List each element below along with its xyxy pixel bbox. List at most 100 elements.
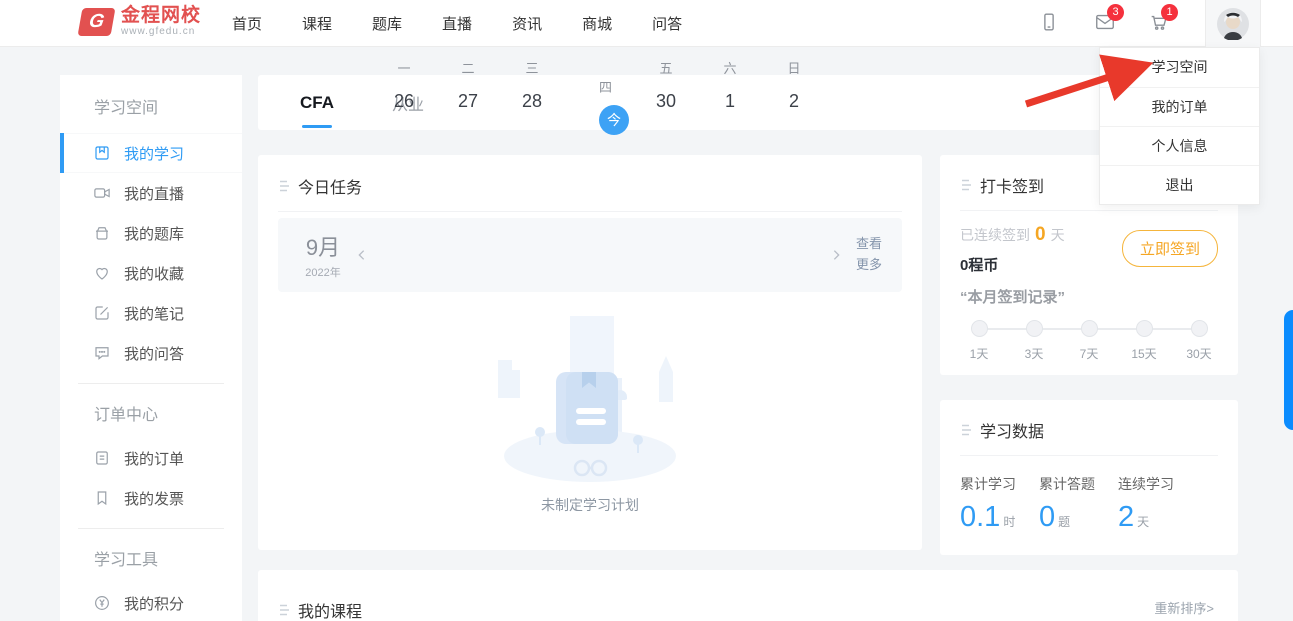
streak-value: 0	[1035, 224, 1046, 245]
empty-state-illustration	[470, 316, 710, 484]
menu-item-profile[interactable]: 个人信息	[1100, 126, 1259, 165]
sidebar-item-my-invoices[interactable]: 我的发票	[60, 478, 242, 518]
messages-icon[interactable]: 3	[1094, 11, 1120, 37]
question-bank-icon	[93, 224, 111, 242]
sidebar-item-label: 我的笔记	[124, 303, 184, 324]
menu-item-learning-space[interactable]: 学习空间	[1100, 48, 1259, 87]
signin-milestones: 1天 3天 7天 15天 30天	[960, 320, 1218, 362]
sidebar-divider	[78, 528, 224, 529]
nav-home[interactable]: 首页	[232, 13, 262, 34]
menu-item-my-orders[interactable]: 我的订单	[1100, 87, 1259, 126]
points-icon	[93, 594, 111, 612]
streak-summary: 已连续签到 0天	[960, 224, 1065, 246]
stat-unit: 题	[1058, 515, 1070, 529]
sidebar-item-my-points[interactable]: 我的积分	[60, 583, 242, 621]
streak-label: 已连续签到	[960, 227, 1030, 243]
cart-icon[interactable]: 1	[1148, 11, 1174, 37]
coin-balance: 0程币	[960, 254, 1065, 275]
divider	[960, 210, 1218, 211]
nav-live[interactable]: 直播	[442, 13, 472, 34]
menu-item-logout[interactable]: 退出	[1100, 165, 1259, 204]
sidebar-item-my-question-bank[interactable]: 我的题库	[60, 213, 242, 253]
mobile-app-icon[interactable]	[1038, 11, 1064, 37]
milestone-dot	[971, 320, 988, 337]
sidebar-header-study-tools: 学习工具	[60, 539, 242, 583]
list-marker-icon	[960, 423, 972, 437]
view-more-link[interactable]: 查看更多	[856, 234, 886, 276]
sidebar-divider	[78, 383, 224, 384]
nav-courses[interactable]: 课程	[302, 13, 332, 34]
empty-state-text: 未制定学习计划	[278, 495, 902, 515]
milestone: 3天	[1017, 320, 1051, 362]
orders-icon	[93, 449, 111, 467]
my-courses-title: 我的课程	[298, 598, 362, 621]
sidebar-item-my-notes[interactable]: 我的笔记	[60, 293, 242, 333]
stat-value: 2	[1118, 501, 1134, 533]
tab-cfa[interactable]: CFA	[300, 75, 334, 130]
invoice-icon	[93, 489, 111, 507]
nav-mall[interactable]: 商城	[582, 13, 612, 34]
divider	[960, 455, 1218, 456]
milestone: 1天	[962, 320, 996, 362]
sidebar-item-label: 我的积分	[124, 593, 184, 614]
stat-unit: 天	[1137, 515, 1149, 529]
sidebar-item-label: 我的发票	[124, 488, 184, 509]
milestone-dot	[1136, 320, 1153, 337]
study-stats-title: 学习数据	[980, 418, 1044, 442]
nav-qa[interactable]: 问答	[652, 13, 682, 34]
favorites-icon	[93, 264, 111, 282]
brand-logo[interactable]: G 金程网校 www.gfedu.cn	[80, 6, 201, 37]
book-icon	[93, 144, 111, 162]
calendar-strip: 9月 2022年 一26 二27 三28 四今 五30 六1 日2 查看更多	[278, 218, 902, 292]
reorder-link[interactable]: 重新排序>	[1154, 598, 1214, 617]
calendar-prev-icon[interactable]	[352, 247, 372, 263]
sidebar-item-my-favorites[interactable]: 我的收藏	[60, 253, 242, 293]
avatar-image	[1217, 8, 1249, 40]
sidebar-item-label: 我的问答	[124, 343, 184, 364]
sidebar-item-my-orders[interactable]: 我的订单	[60, 438, 242, 478]
study-stats-card: 学习数据 累计学习 0.1时 累计答题 0题 连续学习 2天	[940, 400, 1238, 555]
sidebar-item-label: 我的题库	[124, 223, 184, 244]
stat-value: 0.1	[960, 501, 1000, 533]
list-marker-icon	[960, 178, 972, 192]
signin-button[interactable]: 立即签到	[1122, 230, 1218, 267]
list-marker-icon	[278, 603, 290, 617]
stat-streak-days: 连续学习 2天	[1118, 474, 1197, 534]
sidebar-item-my-learning[interactable]: 我的学习	[60, 133, 242, 173]
sidebar-item-label: 我的收藏	[124, 263, 184, 284]
stat-total-questions: 累计答题 0题	[1039, 474, 1118, 534]
nav-news[interactable]: 资讯	[512, 13, 542, 34]
messages-badge: 3	[1107, 4, 1124, 21]
calendar-day[interactable]: 日2	[777, 58, 811, 453]
floating-side-tab[interactable]	[1284, 310, 1293, 430]
calendar-next-icon[interactable]	[826, 247, 846, 263]
monthly-record-title: “本月签到记录”	[960, 286, 1218, 307]
my-courses-card: 我的课程 重新排序>	[258, 570, 1238, 621]
avatar[interactable]	[1205, 0, 1261, 47]
cart-badge: 1	[1161, 4, 1178, 21]
calendar-month: 9月 2022年	[294, 230, 352, 280]
milestone: 30天	[1182, 320, 1216, 362]
sidebar: 学习空间 我的学习 我的直播 我的题库 我的收藏 我的笔记 我的问答 订单中心	[60, 75, 242, 621]
page: G 金程网校 www.gfedu.cn 首页 课程 题库 直播 资讯 商城 问答…	[0, 0, 1293, 621]
nav-question-bank[interactable]: 题库	[372, 13, 402, 34]
calendar-day[interactable]: 一26	[387, 58, 421, 453]
stat-value: 0	[1039, 501, 1055, 533]
stat-unit: 时	[1003, 515, 1015, 529]
sidebar-item-label: 我的学习	[124, 143, 184, 164]
sidebar-item-my-live[interactable]: 我的直播	[60, 173, 242, 213]
today-tasks-title: 今日任务	[298, 174, 362, 198]
milestone: 15天	[1127, 320, 1161, 362]
sidebar-item-my-qa[interactable]: 我的问答	[60, 333, 242, 373]
notes-icon	[93, 304, 111, 322]
month-label: 9月	[294, 230, 352, 262]
list-marker-icon	[278, 179, 290, 193]
streak-unit: 天	[1051, 227, 1065, 243]
sidebar-header-order-center: 订单中心	[60, 394, 242, 438]
live-icon	[93, 184, 111, 202]
qa-icon	[93, 344, 111, 362]
calendar-day[interactable]: 六1	[713, 58, 747, 453]
checkin-title: 打卡签到	[980, 173, 1044, 197]
today-tasks-card: 今日任务 9月 2022年 一26 二27 三28 四今 五30 六1 日2 查…	[258, 155, 922, 550]
main-nav: 首页 课程 题库 直播 资讯 商城 问答	[232, 0, 682, 47]
